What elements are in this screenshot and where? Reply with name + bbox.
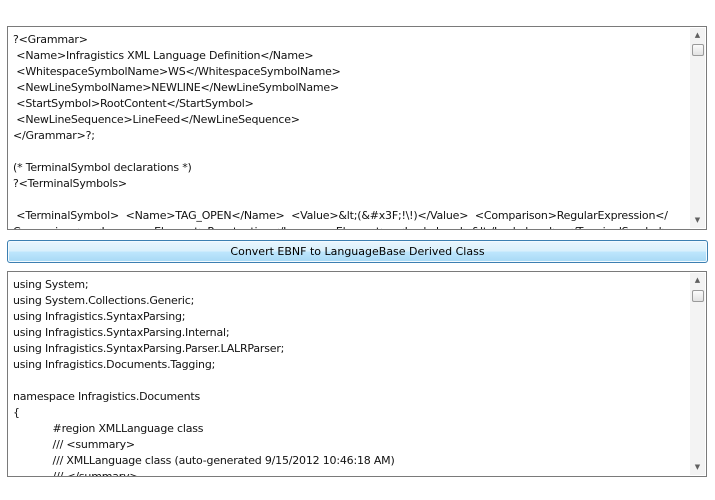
scroll-up-arrow-icon[interactable]: ▲ (690, 274, 705, 287)
text-line: <StartSymbol>RootContent</StartSymbol> (13, 97, 254, 110)
scroll-thumb[interactable] (692, 44, 704, 56)
text-line: /// XMLLanguage class (auto-generated 9/… (13, 454, 395, 467)
text-line: <NewLineSequence>LineFeed</NewLineSequen… (13, 113, 300, 126)
text-line (13, 373, 686, 389)
text-line: <WhitespaceSymbolName>WS</WhitespaceSymb… (13, 65, 341, 78)
text-line: using Infragistics.SyntaxParsing; (13, 310, 186, 323)
output-vertical-scrollbar[interactable]: ▲ ▼ (690, 273, 705, 475)
scroll-up-arrow-icon[interactable]: ▲ (690, 29, 705, 42)
text-line: Comparison> <LanguageElement>Punctuation… (13, 224, 686, 229)
grammar-vertical-scrollbar[interactable]: ▲ ▼ (690, 28, 705, 228)
grammar-text-content[interactable]: ?<Grammar> <Name>Infragistics XML Langua… (13, 32, 686, 229)
text-line: /// </summary> (13, 469, 686, 476)
text-line: </Grammar>?; (13, 129, 95, 142)
convert-ebnf-button[interactable]: Convert EBNF to LanguageBase Derived Cla… (7, 240, 708, 263)
scroll-down-arrow-icon[interactable]: ▼ (690, 214, 705, 227)
text-line: using Infragistics.Documents.Tagging; (13, 358, 216, 371)
text-line: ?<TerminalSymbols> (13, 177, 127, 190)
text-line: using Infragistics.SyntaxParsing.Interna… (13, 326, 230, 339)
output-code-content[interactable]: using System; using System.Collections.Ge… (13, 277, 686, 476)
grammar-text-editor[interactable]: ?<Grammar> <Name>Infragistics XML Langua… (7, 26, 707, 230)
text-line: using System.Collections.Generic; (13, 294, 195, 307)
text-line: <TerminalSymbol> <Name>TAG_OPEN</Name> <… (13, 209, 668, 222)
text-line: ?<Grammar> (13, 33, 88, 46)
text-line (13, 144, 686, 160)
text-line: namespace Infragistics.Documents (13, 390, 201, 403)
text-line: { (13, 406, 20, 419)
scroll-thumb[interactable] (692, 290, 704, 302)
scroll-down-arrow-icon[interactable]: ▼ (690, 461, 705, 474)
text-line (13, 192, 686, 208)
output-code-editor[interactable]: using System; using System.Collections.Ge… (7, 271, 707, 477)
text-line: using Infragistics.SyntaxParsing.Parser.… (13, 342, 285, 355)
text-line: #region XMLLanguage class (13, 422, 204, 435)
text-line: <NewLineSymbolName>NEWLINE</NewLineSymbo… (13, 81, 339, 94)
text-line: using System; (13, 278, 89, 291)
text-line: /// <summary> (13, 438, 136, 451)
text-line: (* TerminalSymbol declarations *) (13, 161, 192, 174)
text-line: <Name>Infragistics XML Language Definiti… (13, 49, 314, 62)
